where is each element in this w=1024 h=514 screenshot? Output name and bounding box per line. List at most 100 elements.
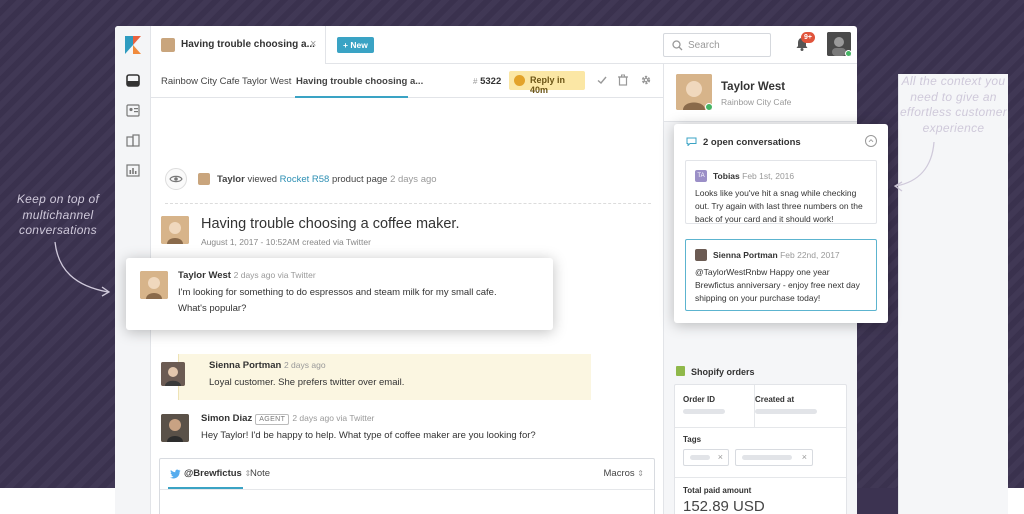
open-conversation-text: Looks like you've hit a snag while check… — [695, 188, 863, 224]
agent-reply-meta: 2 days ago via Twitter — [292, 413, 375, 423]
sienna-avatar-image — [161, 362, 185, 386]
conversation-number-value: 5322 — [480, 76, 502, 87]
sienna-avatar — [161, 362, 185, 386]
taylor-avatar-image — [140, 271, 168, 299]
subject-avatar — [161, 216, 189, 244]
simon-avatar-image — [161, 414, 189, 442]
plus-icon: + — [343, 40, 348, 50]
open-conversations-label: 2 open conversations — [703, 137, 801, 148]
contacts-icon[interactable] — [126, 104, 140, 117]
agent-name: Simon Diaz — [201, 413, 253, 424]
note-author: Sienna Portman — [209, 360, 282, 371]
open-conversation-author: Tobias — [713, 171, 740, 181]
total-paid-label: Total paid amount — [683, 486, 752, 495]
breadcrumb-customer[interactable]: Taylor West — [242, 76, 291, 87]
remove-tag-icon[interactable]: × — [802, 452, 807, 462]
inbox-icon[interactable] — [126, 74, 140, 87]
shopify-header: Shopify orders — [676, 366, 755, 377]
agent-tag: AGENT — [255, 414, 290, 425]
sienna-avatar — [695, 249, 707, 261]
activity-product-link[interactable]: Rocket R58 — [280, 174, 330, 185]
open-conversations-header: 2 open conversations — [686, 137, 801, 148]
new-button[interactable]: + New — [337, 37, 374, 53]
macros-label: Macros — [603, 468, 635, 479]
activity-actor: Taylor — [217, 174, 245, 185]
customer-name[interactable]: Taylor West — [721, 81, 785, 93]
conversation-subject: Having trouble choosing a coffee maker. — [201, 216, 460, 232]
user-avatar[interactable] — [827, 32, 851, 56]
row-divider — [675, 427, 846, 428]
clock-icon — [514, 75, 525, 86]
tag-placeholder — [690, 455, 710, 460]
customer-message-author: Taylor West — [178, 270, 231, 281]
check-icon[interactable] — [596, 74, 608, 86]
search-placeholder: Search — [688, 40, 720, 51]
open-conversation-text: @TaylorWestRnbw Happy one year Brewfictu… — [695, 267, 860, 303]
open-conversation-item[interactable]: Sienna Portman Feb 22nd, 2017 @TaylorWes… — [685, 239, 877, 311]
callout-left: Keep on top of multichannel conversation… — [16, 192, 100, 237]
channel-handle-label: @Brewfictus — [184, 468, 242, 479]
open-conversation-header: Tobias Feb 1st, 2016 — [713, 171, 794, 181]
open-conversation-date: Feb 1st, 2016 — [742, 171, 795, 181]
open-conversation-author: Sienna Portman — [713, 250, 778, 260]
breadcrumb-company[interactable]: Rainbow City Cafe — [161, 76, 240, 87]
shopify-icon — [676, 366, 685, 376]
note-tab[interactable]: Note — [250, 468, 270, 479]
breadcrumb: Rainbow City Cafe Taylor West Having tro… — [151, 64, 663, 98]
open-conversation-item[interactable]: TA Tobias Feb 1st, 2016 Looks like you'v… — [685, 160, 877, 224]
reports-icon[interactable] — [126, 164, 140, 177]
activity-item: Taylor viewed Rocket R58 product page 2 … — [165, 168, 645, 194]
customer-company: Rainbow City Cafe — [721, 97, 792, 107]
order-id-label: Order ID — [683, 395, 716, 404]
customer-header: Taylor West Rainbow City Cafe — [664, 64, 857, 122]
column-divider — [754, 385, 755, 427]
tag-placeholder — [742, 455, 792, 460]
reply-timer-badge[interactable]: Reply in 40m — [509, 71, 585, 95]
new-button-label: New — [350, 40, 368, 50]
tags-label: Tags — [683, 435, 702, 444]
search-icon — [672, 40, 683, 51]
tab-conversation-title: Having trouble choosing a... — [181, 39, 315, 50]
chevron-up-icon[interactable] — [865, 135, 877, 147]
activity-text: Taylor viewed Rocket R58 product page 2 … — [217, 174, 437, 185]
tag-chip[interactable]: × — [735, 449, 813, 466]
eye-glyph-icon — [169, 175, 183, 183]
tab-conversation[interactable]: Having trouble choosing a... × — [151, 26, 326, 64]
taylor-avatar — [140, 271, 168, 299]
reply-timer-label: Reply in 40m — [530, 75, 566, 95]
reply-composer[interactable]: @Brewfictus ⇕ Note Macros ⇕ CC — [159, 458, 655, 514]
customer-message-card: Taylor West 2 days ago via Twitter I'm l… — [126, 258, 553, 330]
customer-avatar — [161, 38, 175, 52]
activity-avatar — [198, 173, 210, 185]
open-conversations-popover: 2 open conversations TA Tobias Feb 1st, … — [674, 124, 888, 323]
activity-verb: viewed — [247, 174, 278, 185]
search-input[interactable]: Search — [663, 33, 771, 57]
taylor-avatar-image — [161, 216, 189, 244]
breadcrumb-conversation[interactable]: Having trouble choosing a... — [296, 76, 423, 87]
customer-message-meta: 2 days ago via Twitter — [233, 270, 316, 280]
customer-avatar-large[interactable] — [676, 74, 712, 110]
trash-icon[interactable] — [617, 74, 629, 86]
macros-select[interactable]: Macros ⇕ — [604, 468, 645, 479]
eye-icon — [165, 168, 187, 190]
channel-handle-select[interactable]: @Brewfictus ⇕ — [184, 468, 251, 479]
simon-avatar — [161, 414, 189, 442]
close-icon[interactable]: × — [310, 38, 316, 50]
subject-meta: August 1, 2017 - 10:52AM created via Twi… — [201, 237, 371, 247]
remove-tag-icon[interactable]: × — [718, 452, 723, 462]
macros-caret-icon: ⇕ — [637, 469, 644, 478]
tobias-avatar: TA — [695, 170, 707, 182]
customer-message-header: Taylor West 2 days ago via Twitter — [178, 270, 316, 281]
twitter-icon — [170, 469, 181, 479]
activity-time: 2 days ago — [390, 174, 437, 185]
note-time: 2 days ago — [283, 360, 326, 370]
kustomer-logo-icon — [125, 36, 141, 54]
tag-chip[interactable]: × — [683, 449, 729, 466]
internal-note: Sienna Portman 2 days ago Loyal customer… — [161, 354, 591, 400]
shopify-orders-card: Order ID Created at Tags × × Total paid … — [674, 384, 847, 514]
gear-icon[interactable] — [640, 74, 652, 86]
callout-right-arrow-icon — [893, 141, 935, 192]
companies-icon[interactable] — [126, 134, 140, 147]
tab-bar: Having trouble choosing a... × + New Sea… — [151, 26, 857, 64]
agent-reply-text: Hey Taylor! I'd be happy to help. What t… — [201, 430, 536, 441]
